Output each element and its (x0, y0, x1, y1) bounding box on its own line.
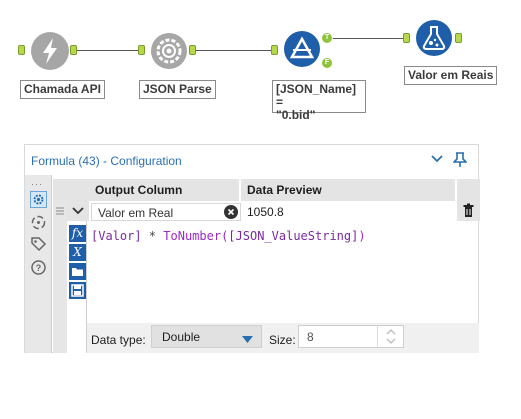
connection-line (333, 38, 373, 39)
input-anchor[interactable] (403, 33, 410, 43)
pin-icon[interactable] (452, 152, 468, 171)
data-type-value: Double (162, 330, 201, 344)
panel-header: Formula (43) - Configuration (25, 145, 480, 175)
clear-x-icon[interactable] (224, 205, 238, 219)
connection-line (196, 50, 273, 51)
data-type-bar: Data type: Double Size: 8 (87, 323, 479, 353)
expression-toolbar: fx X (67, 221, 87, 353)
x-variable-icon[interactable]: X (69, 244, 86, 261)
filter-tool-icon[interactable] (283, 30, 321, 68)
svg-text:?: ? (36, 263, 42, 273)
connection-line (77, 50, 139, 51)
row-drag-handle[interactable] (53, 201, 67, 353)
output-anchor[interactable] (189, 45, 196, 55)
trash-icon[interactable] (457, 201, 480, 221)
input-anchor[interactable] (18, 45, 25, 55)
size-value: 8 (307, 330, 314, 344)
more-dots-icon: ··· (31, 179, 43, 189)
expression-close-paren: ) (358, 229, 366, 243)
circular-arrows-icon[interactable] (30, 214, 47, 231)
input-anchor[interactable] (271, 45, 278, 55)
expression-operator: * (141, 229, 164, 243)
open-folder-icon[interactable] (69, 263, 86, 280)
fx-function-icon[interactable]: fx (69, 225, 86, 242)
output-anchor[interactable] (70, 45, 77, 55)
size-label: Size: (269, 333, 296, 347)
output-column-input[interactable]: Valor em Real (91, 203, 241, 221)
data-preview-value: 1050.8 (243, 203, 455, 221)
input-anchor[interactable] (138, 45, 145, 55)
help-icon[interactable]: ? (30, 259, 47, 276)
tag-icon[interactable] (30, 236, 47, 253)
collapse-chevron-icon[interactable] (67, 201, 89, 221)
data-preview-header: Data Preview (241, 179, 455, 201)
configuration-panel: Formula (43) - Configuration ··· ? Outpu… (24, 144, 480, 353)
false-anchor[interactable]: F (322, 58, 332, 68)
workflow-canvas: T F Chamada API JSON Parse [JSON_Name] =… (0, 0, 521, 125)
chevron-down-icon[interactable] (431, 152, 443, 169)
expression-function: ToNumber( (163, 229, 229, 243)
tool-label-json-parse[interactable]: JSON Parse (139, 80, 216, 99)
dropdown-triangle-icon (242, 333, 253, 347)
expression-field-json: [JSON_ValueString] (228, 229, 359, 243)
json-parse-tool-icon[interactable] (150, 32, 188, 70)
formula-tool-icon[interactable] (415, 19, 453, 57)
expression-field-valor: [Valor] (91, 229, 142, 243)
tool-label-chamada-api[interactable]: Chamada API (20, 80, 105, 99)
size-input[interactable]: 8 (298, 325, 404, 348)
expression-editor[interactable]: [Valor] * ToNumber([JSON_ValueString]) (91, 229, 366, 243)
tool-label-valor-em-reais[interactable]: Valor em Reais (404, 66, 498, 85)
output-column-header: Output Column (89, 179, 239, 201)
save-icon[interactable] (69, 282, 86, 299)
spinner-arrows-icon[interactable] (377, 326, 403, 347)
true-anchor[interactable]: T (322, 33, 332, 43)
download-tool-icon[interactable] (31, 32, 69, 70)
data-type-label: Data type: (91, 333, 146, 347)
panel-sidebar: ··· ? (25, 175, 52, 353)
data-type-select[interactable]: Double (151, 325, 262, 348)
gear-icon[interactable] (30, 191, 47, 208)
tool-label-filter[interactable]: [JSON_Name] = "0.bid" (272, 80, 366, 122)
output-anchor[interactable] (455, 33, 462, 43)
panel-title: Formula (43) - Configuration (31, 154, 182, 168)
